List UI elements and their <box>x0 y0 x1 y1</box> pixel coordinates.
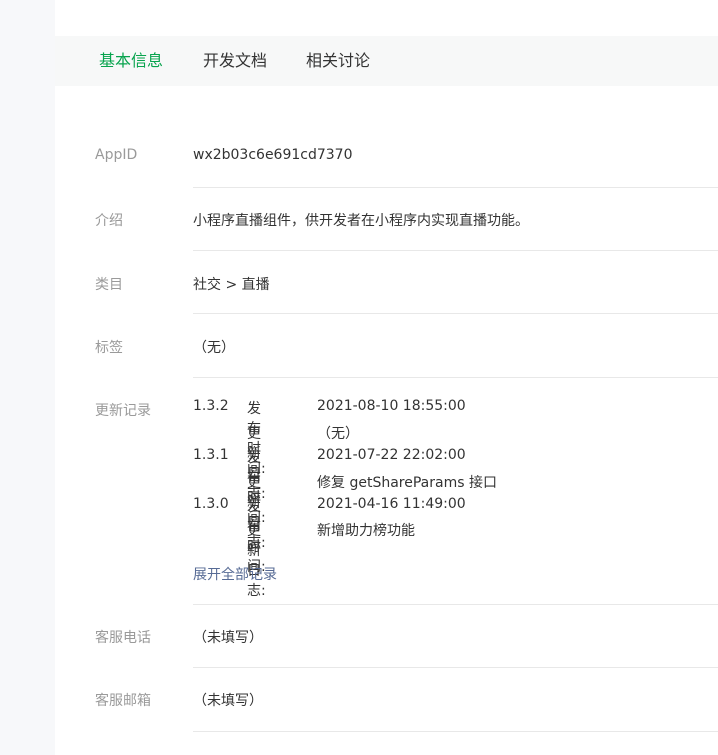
email-value: （未填写） <box>193 693 263 709</box>
intro-value: 小程序直播组件，供开发者在小程序内实现直播功能。 <box>193 213 529 229</box>
category-value: 社交 > 直播 <box>193 277 270 293</box>
appid-label: AppID <box>95 147 138 163</box>
phone-value: （未填写） <box>193 630 263 646</box>
email-label: 客服邮箱 <box>95 693 151 709</box>
changelog-label: 更新记录 <box>95 403 151 419</box>
tab-basic-info[interactable]: 基本信息 <box>99 36 163 86</box>
version-number: 1.3.2 <box>193 398 229 414</box>
divider <box>193 604 718 605</box>
divider <box>193 313 718 314</box>
phone-label: 客服电话 <box>95 630 151 646</box>
publish-time-value: 2021-07-22 22:02:00 <box>317 447 466 463</box>
expand-all-records-link[interactable]: 展开全部记录 <box>193 564 277 584</box>
update-log-value: （无） <box>317 426 359 442</box>
version-number: 1.3.1 <box>193 447 229 463</box>
tab-discussions[interactable]: 相关讨论 <box>306 36 370 86</box>
tab-dev-docs[interactable]: 开发文档 <box>203 36 267 86</box>
divider <box>193 667 718 668</box>
publish-time-value: 2021-08-10 18:55:00 <box>317 398 466 414</box>
plugin-detail-panel: 基本信息 开发文档 相关讨论 AppID wx2b03c6e691cd7370 … <box>55 0 718 755</box>
update-log-value: 新增助力榜功能 <box>317 523 415 539</box>
left-gutter <box>0 0 55 755</box>
divider <box>193 377 718 378</box>
category-label: 类目 <box>95 277 123 293</box>
tags-label: 标签 <box>95 340 123 356</box>
divider <box>193 250 718 251</box>
divider <box>193 187 718 188</box>
appid-value: wx2b03c6e691cd7370 <box>193 147 353 163</box>
tags-value: （无） <box>193 340 235 356</box>
publish-time-value: 2021-04-16 11:49:00 <box>317 496 466 512</box>
update-log-value: 修复 getShareParams 接口 <box>317 475 497 491</box>
version-number: 1.3.0 <box>193 496 229 512</box>
tab-bar: 基本信息 开发文档 相关讨论 <box>55 36 718 86</box>
divider <box>193 731 718 732</box>
update-log-label: 更新日志: <box>247 523 266 599</box>
intro-label: 介绍 <box>95 213 123 229</box>
